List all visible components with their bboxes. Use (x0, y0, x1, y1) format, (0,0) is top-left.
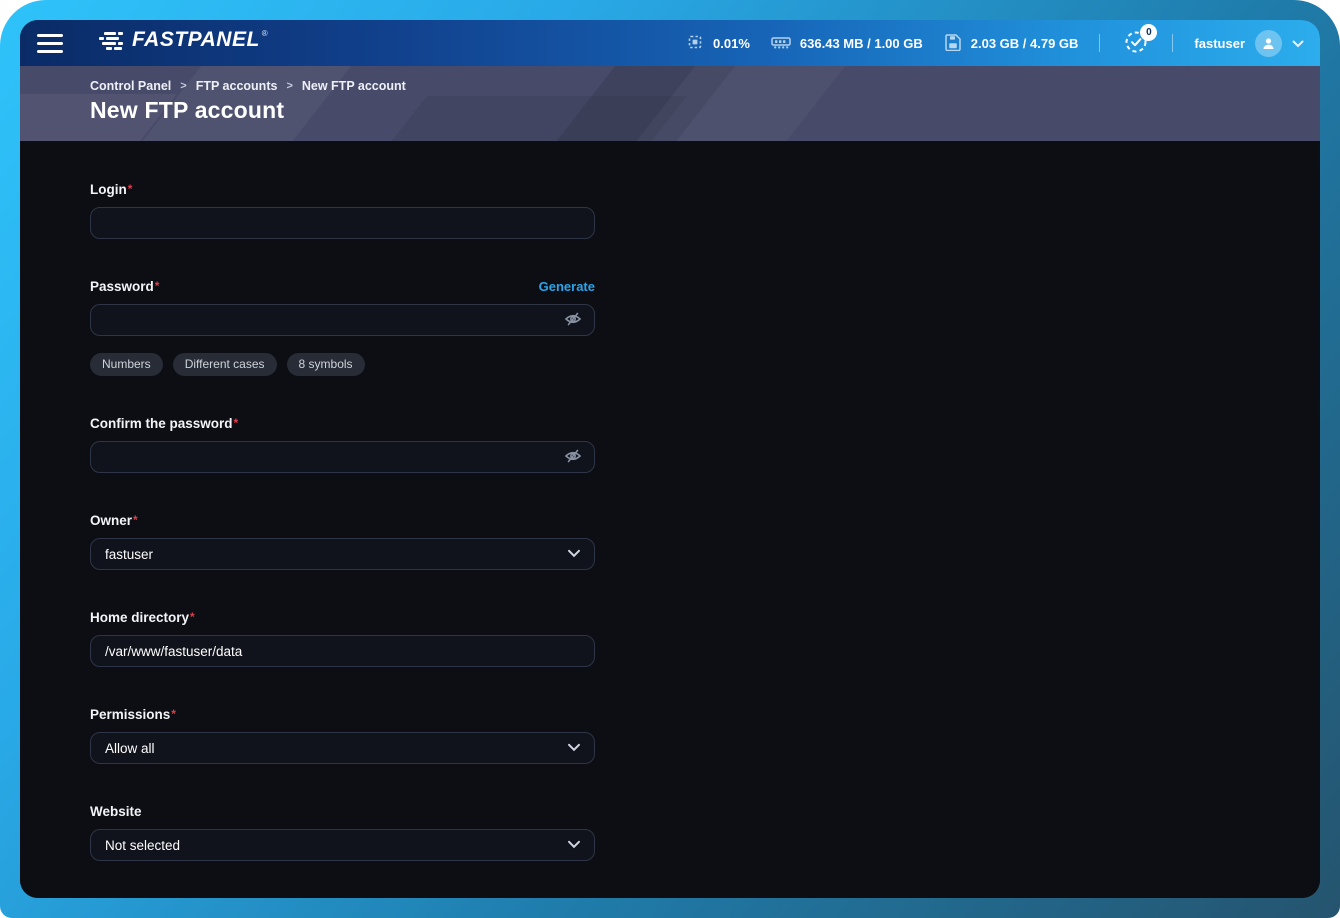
logo-speedlines-icon (98, 31, 125, 58)
eye-off-icon (564, 311, 582, 330)
breadcrumb-separator: > (286, 80, 292, 92)
required-mark: * (190, 610, 195, 624)
home-directory-field-group: Home directory* (90, 610, 595, 667)
owner-selected-value: fastuser (105, 547, 153, 562)
page-header: Control Panel > FTP accounts > New FTP a… (20, 66, 1320, 141)
required-mark: * (133, 513, 138, 527)
permissions-field-group: Permissions* Allow all (90, 707, 595, 764)
confirm-password-visibility-toggle[interactable] (555, 442, 591, 472)
chevron-down-icon (567, 836, 581, 854)
topbar-divider (1099, 34, 1100, 52)
required-mark: * (234, 416, 239, 430)
breadcrumb-ftp-accounts[interactable]: FTP accounts (196, 79, 278, 93)
disk-usage-stat: 2.03 GB / 4.79 GB (944, 33, 1079, 54)
breadcrumb-control-panel[interactable]: Control Panel (90, 79, 171, 93)
website-selected-value: Not selected (105, 838, 180, 853)
cpu-usage-stat: 0.01% (686, 33, 750, 54)
website-label: Website (90, 804, 142, 819)
logo[interactable]: FASTPANEL ® (98, 28, 268, 58)
owner-label: Owner* (90, 513, 138, 528)
menu-icon[interactable] (30, 27, 70, 59)
breadcrumb: Control Panel > FTP accounts > New FTP a… (90, 79, 1320, 93)
generate-password-link[interactable]: Generate (539, 279, 595, 294)
breadcrumb-separator: > (180, 80, 186, 92)
login-input[interactable] (90, 207, 595, 239)
eye-off-icon (564, 448, 582, 467)
cpu-icon (686, 33, 704, 54)
user-name: fastuser (1194, 36, 1245, 51)
chevron-down-icon (567, 545, 581, 563)
logo-registered-mark: ® (262, 29, 268, 38)
breadcrumb-current: New FTP account (302, 79, 406, 93)
confirm-password-input[interactable] (90, 441, 595, 473)
ram-icon (771, 33, 791, 54)
user-menu[interactable]: fastuser (1194, 30, 1304, 57)
home-directory-input[interactable] (90, 635, 595, 667)
disk-usage-value: 2.03 GB / 4.79 GB (971, 36, 1079, 51)
new-ftp-account-form: Login* Password* Generate (20, 141, 1320, 898)
password-hint-numbers: Numbers (90, 353, 163, 376)
password-requirements: Numbers Different cases 8 symbols (90, 353, 595, 376)
ram-usage-value: 636.43 MB / 1.00 GB (800, 36, 923, 51)
confirm-password-label: Confirm the password* (90, 416, 238, 431)
disk-icon (944, 33, 962, 54)
owner-select[interactable]: fastuser (90, 538, 595, 570)
password-visibility-toggle[interactable] (555, 305, 591, 335)
confirm-password-field-group: Confirm the password* (90, 416, 595, 473)
owner-field-group: Owner* fastuser (90, 513, 595, 570)
login-label: Login* (90, 182, 132, 197)
password-hint-symbols: 8 symbols (287, 353, 365, 376)
chevron-down-icon (567, 739, 581, 757)
password-hint-cases: Different cases (173, 353, 277, 376)
website-field-group: Website Not selected (90, 804, 595, 861)
window-frame: FASTPANEL ® 0.01% (0, 0, 1340, 918)
password-label: Password* (90, 279, 159, 294)
chevron-down-icon (1292, 36, 1304, 51)
top-bar: FASTPANEL ® 0.01% (20, 20, 1320, 66)
required-mark: * (171, 707, 176, 721)
required-mark: * (155, 279, 160, 293)
website-select[interactable]: Not selected (90, 829, 595, 861)
password-input[interactable] (90, 304, 595, 336)
app-window: FASTPANEL ® 0.01% (20, 20, 1320, 898)
login-field-group: Login* (90, 182, 595, 239)
tasks-notification-button[interactable]: 0 (1121, 28, 1151, 58)
user-avatar-icon (1255, 30, 1282, 57)
required-mark: * (128, 182, 133, 196)
home-directory-label: Home directory* (90, 610, 195, 625)
cpu-usage-value: 0.01% (713, 36, 750, 51)
permissions-label: Permissions* (90, 707, 176, 722)
permissions-selected-value: Allow all (105, 741, 155, 756)
page-title: New FTP account (90, 97, 1320, 124)
notification-count-badge: 0 (1140, 24, 1157, 41)
ram-usage-stat: 636.43 MB / 1.00 GB (771, 33, 923, 54)
logo-text: FASTPANEL (132, 28, 260, 52)
topbar-divider (1172, 34, 1173, 52)
password-field-group: Password* Generate (90, 279, 595, 376)
permissions-select[interactable]: Allow all (90, 732, 595, 764)
